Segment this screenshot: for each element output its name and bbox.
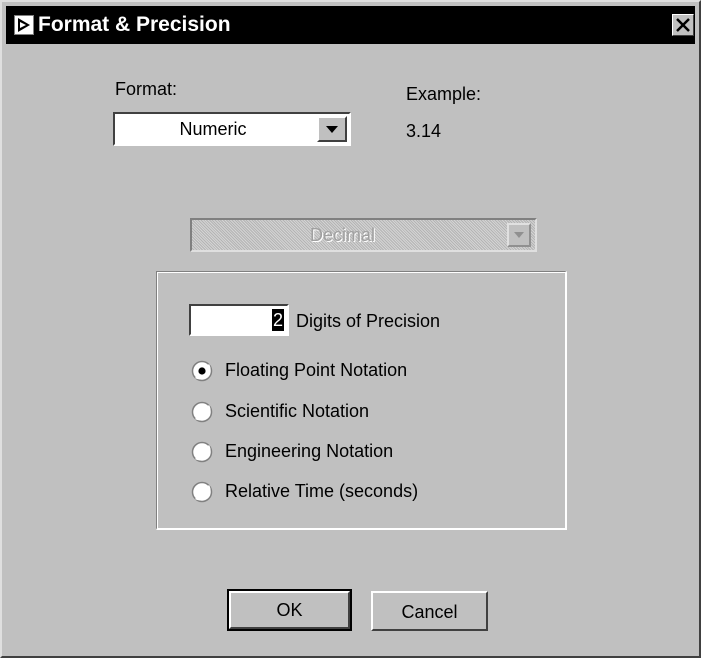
window-title: Format & Precision xyxy=(38,13,231,36)
base-dropdown-button[interactable] xyxy=(507,223,531,247)
base-select[interactable]: Decimal xyxy=(190,218,537,252)
radio-label: Relative Time (seconds) xyxy=(225,481,419,501)
radio-label: Scientific Notation xyxy=(225,401,370,421)
cancel-button[interactable]: Cancel xyxy=(371,591,488,631)
ok-button[interactable]: OK xyxy=(227,589,352,631)
format-label: Format: xyxy=(115,79,178,99)
example-label: Example: xyxy=(406,84,482,104)
example-value: 3.14 xyxy=(406,121,442,141)
digits-of-precision-label: Digits of Precision xyxy=(296,311,441,331)
close-x-icon xyxy=(676,18,690,32)
close-button[interactable] xyxy=(672,14,694,36)
chevron-down-icon xyxy=(514,232,524,238)
radio-button[interactable] xyxy=(191,401,213,423)
radio-button[interactable] xyxy=(191,481,213,503)
radio-label: Engineering Notation xyxy=(225,441,394,461)
chevron-down-icon xyxy=(326,126,338,133)
format-precision-dialog: Format & Precision Format: Numeric Examp… xyxy=(0,0,701,658)
ok-button-label: OK xyxy=(229,591,350,629)
cancel-button-label: Cancel xyxy=(401,602,458,622)
digits-value: 2 xyxy=(271,309,284,331)
format-dropdown-button[interactable] xyxy=(317,116,347,142)
format-select-value: Numeric xyxy=(179,119,247,139)
title-bar[interactable]: Format & Precision xyxy=(6,6,695,44)
radio-button-selected[interactable] xyxy=(191,360,213,382)
format-select[interactable]: Numeric xyxy=(113,112,351,146)
digits-of-precision-input[interactable]: 2 xyxy=(189,304,289,336)
labview-run-arrow-icon xyxy=(14,15,34,35)
radio-label: Floating Point Notation xyxy=(225,360,408,380)
base-select-value: Decimal xyxy=(309,225,375,245)
radio-button[interactable] xyxy=(191,441,213,463)
